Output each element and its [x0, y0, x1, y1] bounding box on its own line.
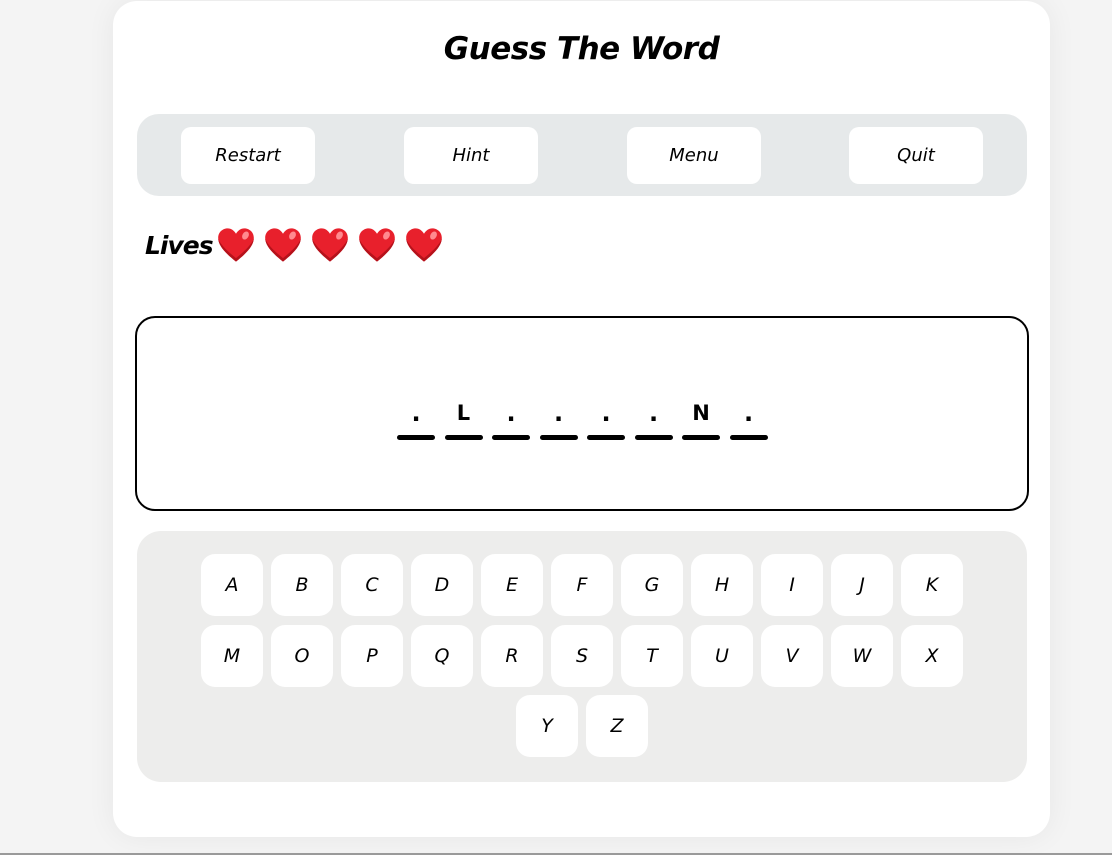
letter-slot: .: [634, 398, 673, 440]
lives-label: Lives: [145, 230, 214, 260]
slot-character: L: [456, 401, 471, 425]
word-display: . L.... N.: [135, 316, 1029, 511]
key-i[interactable]: I: [761, 554, 823, 616]
key-g[interactable]: G: [621, 554, 683, 616]
restart-button[interactable]: Restart: [181, 127, 315, 184]
letter-slot: N: [682, 398, 720, 440]
slot-underline: [444, 435, 483, 440]
key-s[interactable]: S: [551, 625, 613, 687]
key-b[interactable]: B: [271, 554, 333, 616]
slot-character: .: [601, 399, 611, 427]
menu-bar: Restart Hint Menu Quit: [137, 114, 1027, 196]
slot-character: .: [506, 399, 516, 427]
menu-button[interactable]: Menu: [627, 127, 761, 184]
key-e[interactable]: E: [481, 554, 543, 616]
key-y[interactable]: Y: [516, 695, 578, 757]
hearts-container: [217, 227, 452, 263]
key-r[interactable]: R: [481, 625, 543, 687]
key-f[interactable]: F: [551, 554, 613, 616]
heart-icon: [405, 228, 442, 262]
letter-slot: .: [729, 398, 768, 440]
key-c[interactable]: C: [341, 554, 403, 616]
letter-slot: .: [539, 398, 578, 440]
heart-icon: [311, 228, 348, 262]
key-w[interactable]: W: [831, 625, 893, 687]
slot-character: .: [743, 399, 754, 427]
key-v[interactable]: V: [761, 625, 823, 687]
heart-icon: [217, 228, 254, 262]
slot-underline: [587, 435, 625, 440]
slot-character: .: [411, 399, 421, 427]
letter-keyboard: ABCDEFGHIJK MOPQRSTUVWX YZ: [137, 531, 1027, 782]
slot-character: .: [553, 399, 564, 427]
key-j[interactable]: J: [831, 554, 893, 616]
key-z[interactable]: Z: [586, 695, 648, 757]
key-k[interactable]: K: [901, 554, 963, 616]
word-slots: . L.... N.: [397, 398, 777, 440]
key-a[interactable]: A: [201, 554, 263, 616]
slot-underline: [729, 435, 768, 440]
key-h[interactable]: H: [691, 554, 753, 616]
quit-button[interactable]: Quit: [849, 127, 983, 184]
letter-slot: .: [397, 398, 435, 440]
key-p[interactable]: P: [341, 625, 403, 687]
slot-underline: [492, 435, 530, 440]
hint-button[interactable]: Hint: [404, 127, 538, 184]
slot-character: N: [692, 401, 710, 425]
heart-icon: [358, 228, 395, 262]
key-o[interactable]: O: [271, 625, 333, 687]
slot-character: .: [648, 399, 659, 427]
key-d[interactable]: D: [411, 554, 473, 616]
key-q[interactable]: Q: [411, 625, 473, 687]
letter-slot: .: [587, 398, 625, 440]
key-t[interactable]: T: [621, 625, 683, 687]
heart-icon: [264, 228, 301, 262]
key-m[interactable]: M: [201, 625, 263, 687]
slot-underline: [682, 435, 720, 440]
slot-underline: [539, 435, 578, 440]
page-title: Guess The Word: [443, 31, 720, 67]
game-card: Guess The Word Restart Hint Menu Quit Li…: [113, 1, 1050, 837]
letter-slot: L: [444, 398, 483, 440]
slot-underline: [634, 435, 673, 440]
lives-indicator: Lives: [145, 225, 452, 265]
letter-slot: .: [492, 398, 530, 440]
key-x[interactable]: X: [901, 625, 963, 687]
slot-underline: [397, 435, 435, 440]
key-u[interactable]: U: [691, 625, 753, 687]
